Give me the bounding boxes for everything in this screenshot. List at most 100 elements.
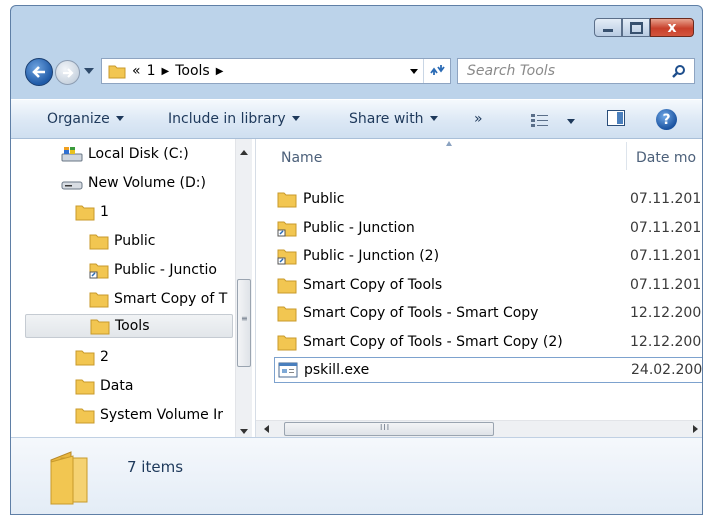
preview-pane-icon[interactable] bbox=[607, 110, 625, 126]
views-dropdown-icon[interactable] bbox=[567, 119, 575, 124]
back-button[interactable] bbox=[25, 58, 53, 86]
file-name: Smart Copy of Tools bbox=[303, 277, 443, 293]
folder-icon bbox=[277, 306, 297, 322]
arrow-right-icon bbox=[62, 67, 74, 78]
organize-menu[interactable]: Organize bbox=[47, 111, 124, 127]
file-name: pskill.exe bbox=[304, 362, 370, 378]
item-count: 7 items bbox=[127, 458, 184, 476]
navigation-scrollbar[interactable]: ≡ bbox=[235, 139, 252, 437]
breadcrumb-tools[interactable]: Tools bbox=[175, 63, 210, 79]
scrollbar-thumb[interactable]: III bbox=[284, 422, 494, 436]
junction-folder-icon bbox=[89, 263, 109, 279]
folder-icon bbox=[75, 350, 95, 366]
navigation-tree: Local Disk (C:) New Volume (D:) 1 Public… bbox=[11, 139, 233, 437]
tree-item-data[interactable]: Data bbox=[75, 374, 133, 398]
folder-icon bbox=[75, 379, 95, 395]
tree-item-1[interactable]: 1 bbox=[75, 200, 109, 224]
file-name: Public - Junction bbox=[303, 220, 415, 236]
file-row[interactable]: Public 07.11.201 bbox=[277, 186, 702, 212]
share-with-label: Share with bbox=[349, 111, 424, 127]
tree-item-label: 1 bbox=[100, 204, 109, 220]
chevron-down-icon bbox=[429, 116, 438, 121]
tree-item-new-volume-d[interactable]: New Volume (D:) bbox=[61, 171, 206, 195]
refresh-button[interactable] bbox=[423, 59, 450, 83]
file-date: 07.11.201 bbox=[630, 220, 702, 236]
navigation-row: « 1 ▶ Tools ▶ Search Tools bbox=[11, 54, 702, 88]
tree-item-public-junction[interactable]: Public - Junctio bbox=[89, 258, 217, 282]
exe-icon bbox=[278, 362, 298, 378]
file-name: Smart Copy of Tools - Smart Copy bbox=[303, 305, 539, 321]
file-row[interactable]: pskill.exe 24.02.200 bbox=[274, 357, 703, 383]
file-row[interactable]: Smart Copy of Tools - Smart Copy (2) 12.… bbox=[277, 329, 702, 355]
folder-icon bbox=[89, 234, 109, 250]
tree-item-label: Data bbox=[100, 378, 134, 394]
file-row[interactable]: Smart Copy of Tools 07.11.201 bbox=[277, 272, 702, 298]
file-name: Smart Copy of Tools - Smart Copy (2) bbox=[303, 334, 563, 350]
file-date: 07.11.201 bbox=[630, 277, 702, 293]
file-row[interactable]: Public - Junction 07.11.201 bbox=[277, 215, 702, 241]
file-date: 12.12.200 bbox=[630, 334, 702, 350]
refresh-icon bbox=[430, 65, 445, 75]
details-pane: 7 items bbox=[11, 437, 702, 514]
breadcrumb-overflow[interactable]: « bbox=[132, 63, 141, 79]
tree-item-label: Public bbox=[114, 233, 156, 249]
address-dropdown-icon[interactable] bbox=[410, 69, 418, 74]
tree-item-public[interactable]: Public bbox=[89, 229, 155, 253]
file-row[interactable]: Smart Copy of Tools - Smart Copy 12.12.2… bbox=[277, 300, 702, 326]
address-bar[interactable]: « 1 ▶ Tools ▶ bbox=[101, 58, 451, 84]
include-in-library-label: Include in library bbox=[168, 111, 286, 127]
breadcrumb-separator-icon[interactable]: ▶ bbox=[216, 66, 224, 77]
tree-item-label: New Volume (D:) bbox=[88, 175, 206, 191]
help-icon[interactable]: ? bbox=[656, 109, 677, 130]
column-header-row: Name Date mo bbox=[256, 139, 702, 173]
scroll-down-icon[interactable] bbox=[240, 429, 248, 434]
scroll-left-icon[interactable] bbox=[264, 425, 269, 433]
content-area: Local Disk (C:) New Volume (D:) 1 Public… bbox=[11, 139, 702, 437]
column-header-date[interactable]: Date mo bbox=[636, 150, 696, 166]
minimize-button[interactable] bbox=[594, 18, 622, 37]
tree-item-label: Tools bbox=[115, 318, 150, 334]
scrollbar-thumb[interactable]: ≡ bbox=[237, 279, 251, 367]
column-divider[interactable] bbox=[626, 142, 627, 170]
maximize-icon bbox=[629, 21, 643, 34]
grip-icon: ≡ bbox=[241, 314, 248, 323]
tree-item-smart-copy[interactable]: Smart Copy of T bbox=[89, 287, 227, 311]
horizontal-scrollbar[interactable]: III bbox=[256, 420, 702, 437]
caption-buttons: x bbox=[594, 18, 694, 37]
folder-icon bbox=[277, 335, 297, 351]
junction-folder-icon bbox=[277, 249, 297, 265]
scroll-up-icon[interactable] bbox=[240, 150, 248, 155]
file-date: 24.02.200 bbox=[631, 362, 703, 378]
tree-item-label: 2 bbox=[100, 349, 109, 365]
navigation-pane: Local Disk (C:) New Volume (D:) 1 Public… bbox=[11, 139, 253, 437]
file-date: 07.11.201 bbox=[630, 248, 702, 264]
breadcrumb-separator-icon[interactable]: ▶ bbox=[162, 66, 170, 77]
command-bar: Organize Include in library Share with »… bbox=[11, 99, 702, 139]
drive-icon bbox=[61, 181, 83, 190]
change-view-icon[interactable] bbox=[530, 112, 550, 128]
search-box[interactable]: Search Tools bbox=[457, 58, 695, 84]
file-list: Name Date mo Public 07.11.201 Public - J… bbox=[255, 139, 703, 437]
forward-button[interactable] bbox=[55, 60, 80, 85]
search-input[interactable]: Search Tools bbox=[467, 63, 672, 79]
breadcrumb-1[interactable]: 1 bbox=[147, 63, 156, 79]
tree-item-local-disk-c[interactable]: Local Disk (C:) bbox=[61, 142, 189, 166]
tree-item-2[interactable]: 2 bbox=[75, 345, 109, 369]
explorer-window: x « 1 ▶ Tools ▶ Search Tools Organize In… bbox=[10, 5, 703, 515]
more-commands-button[interactable]: » bbox=[474, 111, 483, 127]
maximize-button[interactable] bbox=[622, 18, 650, 37]
include-in-library-menu[interactable]: Include in library bbox=[168, 111, 300, 127]
tree-item-system-volume[interactable]: System Volume Ir bbox=[75, 403, 223, 427]
scroll-right-icon[interactable] bbox=[693, 425, 698, 433]
folder-icon bbox=[277, 278, 297, 294]
close-button[interactable]: x bbox=[650, 18, 694, 37]
column-header-name[interactable]: Name bbox=[281, 150, 322, 166]
file-row[interactable]: Public - Junction (2) 07.11.201 bbox=[277, 243, 702, 269]
file-date: 12.12.200 bbox=[630, 305, 702, 321]
search-icon[interactable] bbox=[672, 64, 686, 78]
drive-icon bbox=[61, 147, 83, 162]
folder-icon bbox=[75, 205, 95, 221]
recent-pages-dropdown[interactable] bbox=[84, 68, 94, 74]
share-with-menu[interactable]: Share with bbox=[349, 111, 438, 127]
tree-item-tools[interactable]: Tools bbox=[25, 314, 233, 338]
